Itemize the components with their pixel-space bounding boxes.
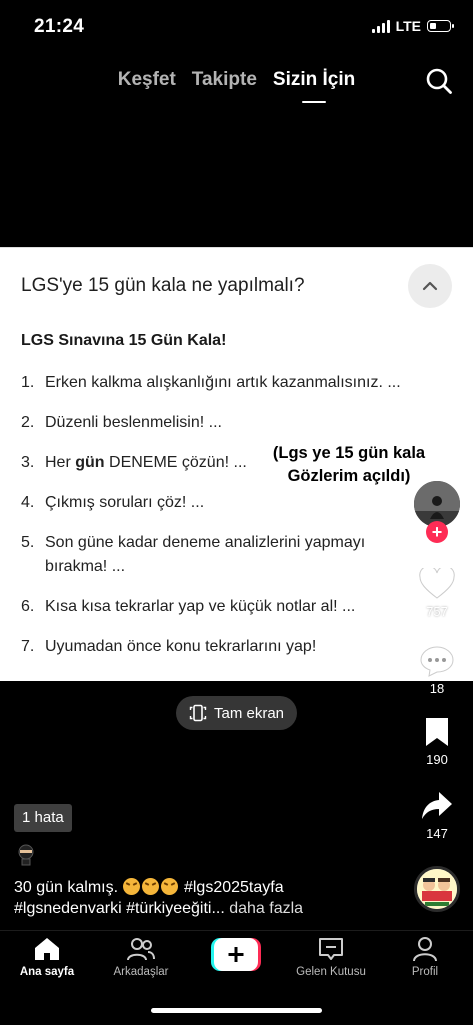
hashtag-line-1[interactable]: #lgs2025tayfa bbox=[184, 879, 284, 896]
share-count: 147 bbox=[426, 826, 448, 841]
tip-text: Erken kalkma alışkanlığını artık kazanma… bbox=[45, 374, 401, 391]
caption-lead: 30 gün kalmış. bbox=[14, 879, 119, 896]
error-badge[interactable]: 1 hata bbox=[14, 804, 72, 832]
hashtag-line-2[interactable]: #lgsnedenvarki #türkiyeeğiti... bbox=[14, 900, 225, 917]
tip-text: Düzenli beslenmelisin! ... bbox=[45, 414, 222, 431]
chevron-up-icon bbox=[422, 281, 438, 291]
plus-icon: + bbox=[431, 522, 443, 542]
nav-profile[interactable]: Profil bbox=[378, 936, 472, 978]
share-icon bbox=[422, 792, 452, 819]
tip-number: 2. bbox=[21, 414, 35, 431]
create-button[interactable] bbox=[211, 938, 261, 971]
tip-number: 6. bbox=[21, 598, 35, 615]
feed-tabs: Keşfet Takipte Sizin İçin bbox=[0, 66, 473, 103]
nav-label: Ana sayfa bbox=[19, 966, 75, 978]
tip-text-pre: Her bbox=[45, 454, 76, 471]
tip-text: Çıkmış soruları çöz! ... bbox=[45, 494, 205, 511]
tip-text-bold: gün bbox=[75, 454, 105, 471]
network-label: LTE bbox=[395, 18, 421, 34]
battery-icon bbox=[427, 20, 454, 32]
status-time: 21:24 bbox=[34, 16, 85, 37]
angry-face-icon bbox=[122, 878, 140, 895]
ninja-icon bbox=[18, 844, 34, 866]
save-button[interactable]: 190 bbox=[410, 716, 464, 767]
card-heading: LGS Sınavına 15 Gün Kala! bbox=[21, 332, 227, 349]
like-button[interactable]: 757 bbox=[410, 568, 464, 619]
collapse-button[interactable] bbox=[408, 264, 452, 308]
tip-text: Kısa kısa tekrarlar yap ve küçük notlar … bbox=[45, 598, 356, 615]
tab-kesfet[interactable]: Keşfet bbox=[118, 66, 176, 96]
nav-inbox[interactable]: Gelen Kutusu bbox=[284, 936, 378, 978]
list-item: 4. Çıkmış soruları çöz! ... bbox=[21, 491, 421, 515]
tip-number: 5. bbox=[21, 534, 35, 551]
tips-list: 1. Erken kalkma alışkanlığını artık kaza… bbox=[21, 371, 421, 659]
fullscreen-button[interactable]: Tam ekran bbox=[176, 696, 297, 730]
tip-text: Son güne kadar deneme analizlerini yapma… bbox=[45, 534, 366, 575]
heart-icon bbox=[419, 568, 455, 599]
more-link[interactable]: daha fazla bbox=[225, 900, 303, 917]
overlay-caption: (Lgs ye 15 gün kala Gözlerim açıldı) bbox=[272, 444, 426, 485]
angry-face-icon bbox=[160, 878, 178, 895]
search-icon[interactable] bbox=[425, 67, 453, 95]
fullscreen-icon bbox=[189, 704, 207, 722]
list-item: 2. Düzenli beslenmelisin! ... bbox=[21, 411, 421, 435]
list-item: 1. Erken kalkma alışkanlığını artık kaza… bbox=[21, 371, 421, 395]
tip-number: 3. bbox=[21, 454, 35, 471]
comment-button[interactable]: 18 bbox=[410, 645, 464, 696]
list-item: 6. Kısa kısa tekrarlar yap ve küçük notl… bbox=[21, 595, 421, 619]
list-item: 7. Uyumadan önce konu tekrarlarını yap! bbox=[21, 635, 421, 659]
nav-home[interactable]: Ana sayfa bbox=[0, 936, 94, 978]
inbox-icon bbox=[319, 938, 343, 960]
follow-button[interactable]: + bbox=[426, 521, 448, 543]
tip-number: 4. bbox=[21, 494, 35, 511]
share-button[interactable]: 147 bbox=[410, 790, 464, 841]
signal-icon bbox=[371, 19, 390, 33]
bookmark-icon bbox=[426, 718, 448, 746]
tab-sizin-icin[interactable]: Sizin İçin bbox=[273, 66, 355, 103]
nav-friends[interactable]: Arkadaşlar bbox=[94, 936, 188, 978]
friends-icon bbox=[127, 938, 155, 961]
sound-thumbnail bbox=[417, 869, 457, 909]
nav-label: Arkadaşlar bbox=[113, 966, 169, 978]
home-indicator bbox=[151, 1008, 322, 1013]
save-count: 190 bbox=[426, 752, 448, 767]
fullscreen-label: Tam ekran bbox=[213, 704, 285, 722]
comment-icon bbox=[420, 646, 454, 677]
like-count: 757 bbox=[426, 604, 448, 619]
music-disc[interactable] bbox=[414, 866, 460, 912]
tip-text: Uyumadan önce konu tekrarlarını yap! bbox=[45, 638, 317, 655]
profile-icon bbox=[413, 937, 437, 962]
tip-text-post: DENEME çözün! ... bbox=[104, 454, 247, 471]
angry-face-icon bbox=[141, 878, 159, 895]
card-question: LGS'ye 15 gün kala ne yapılmalı? bbox=[21, 275, 305, 296]
comment-count: 18 bbox=[429, 681, 445, 696]
list-item: 5. Son güne kadar deneme analizlerini ya… bbox=[21, 531, 421, 579]
divider bbox=[0, 247, 473, 248]
home-icon bbox=[35, 938, 59, 960]
video-caption[interactable]: 30 gün kalmış. #lgs2025tayfa #lgsnedenva… bbox=[14, 877, 404, 919]
nav-label: Profil bbox=[411, 966, 439, 978]
status-indicators: LTE bbox=[371, 18, 454, 34]
nav-label: Gelen Kutusu bbox=[296, 966, 366, 978]
tab-takipte[interactable]: Takipte bbox=[192, 66, 257, 96]
tip-number: 7. bbox=[21, 638, 35, 655]
tip-number: 1. bbox=[21, 374, 35, 391]
